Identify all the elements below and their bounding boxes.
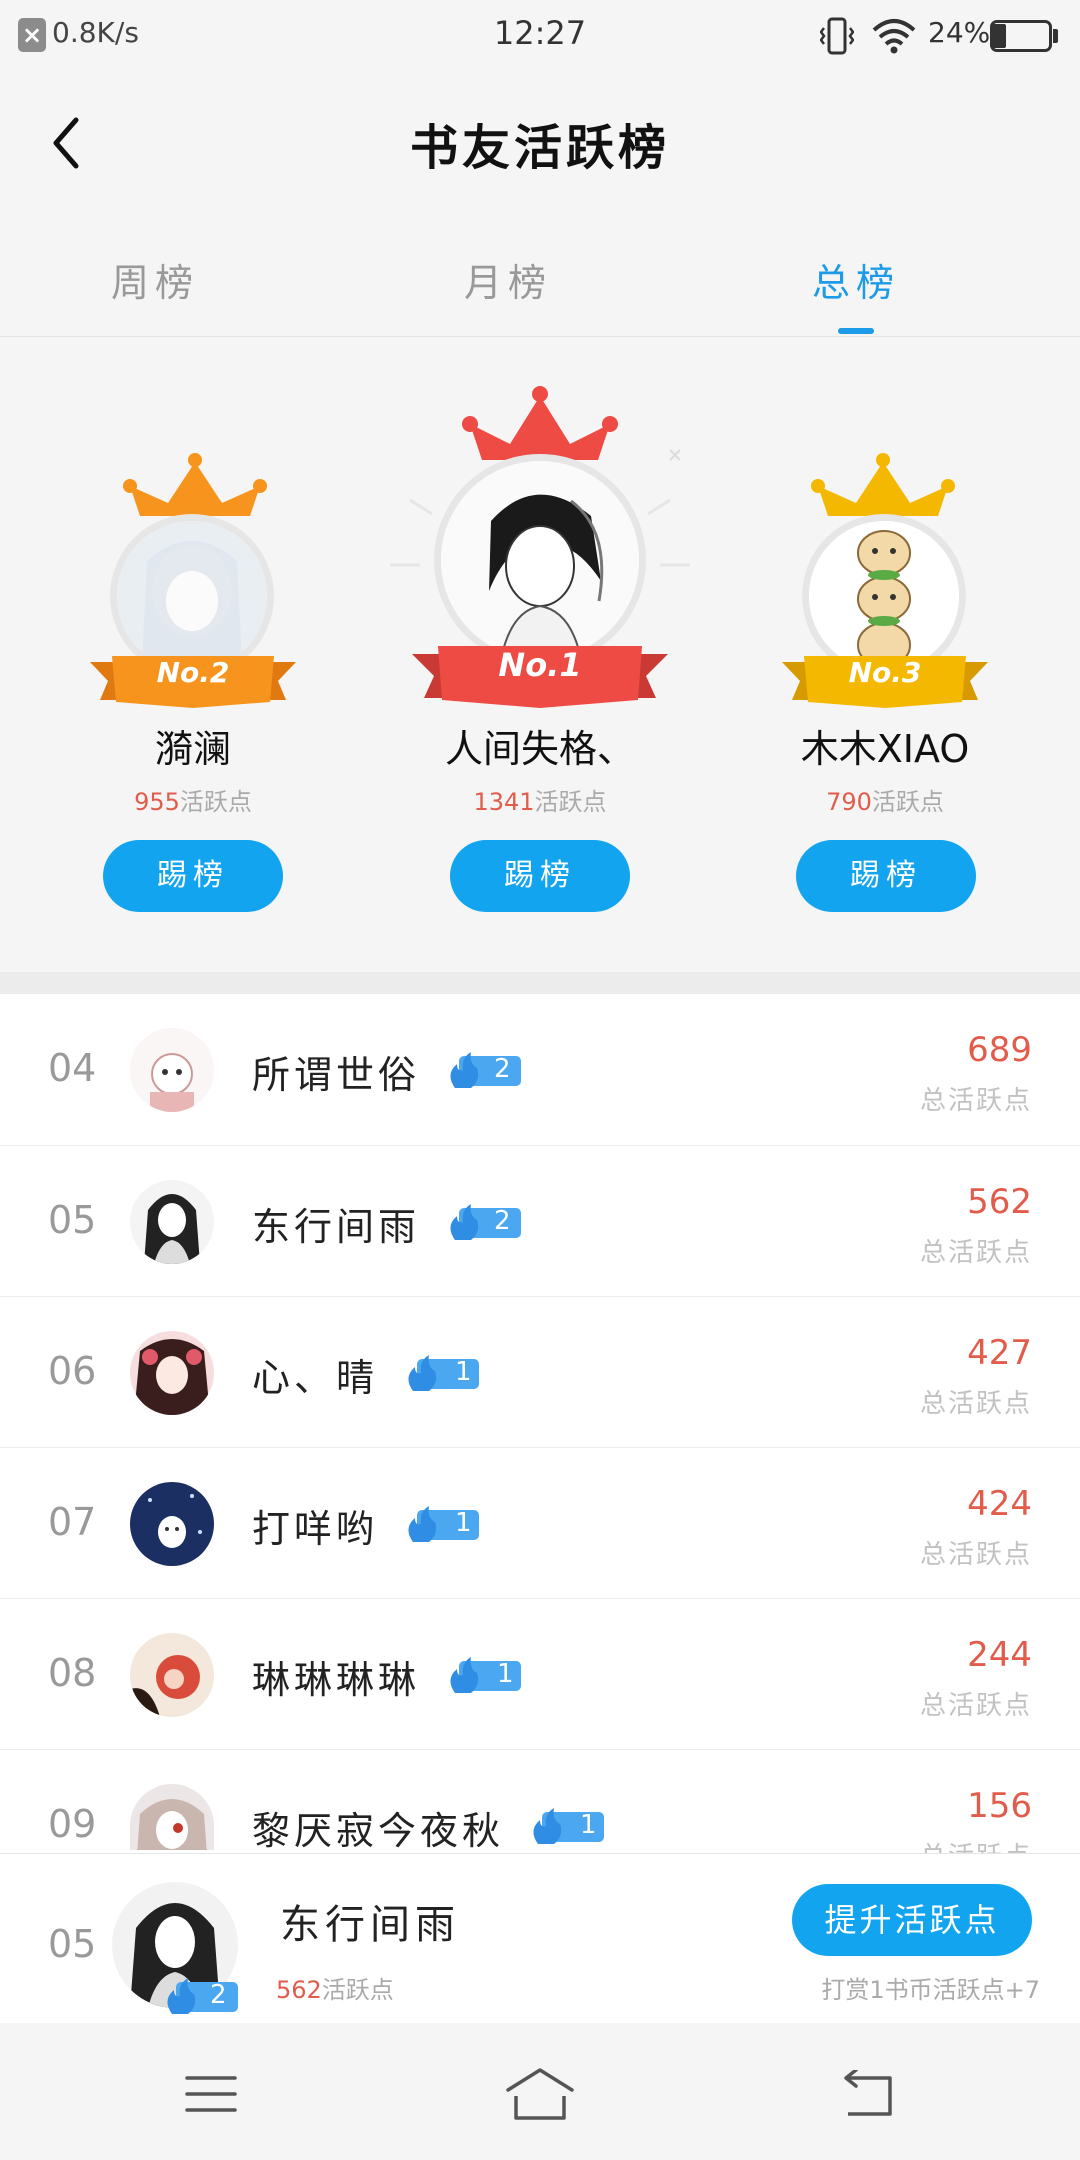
section-divider [0,972,1080,994]
podium-name: 漪澜 [154,727,231,771]
menu-icon[interactable] [184,2072,238,2116]
battery-tip [1053,29,1058,43]
podium-score: 955活跃点 [134,788,252,816]
score-label: 总活跃点 [919,1086,1032,1116]
back-icon[interactable] [840,2070,896,2118]
avatar[interactable] [130,1028,214,1112]
score: 427 [967,1333,1032,1373]
user-name: 心、晴 [252,1356,379,1400]
avatar[interactable] [130,1180,214,1264]
home-icon[interactable] [504,2066,576,2122]
podium-score: 790活跃点 [826,788,944,816]
tab-month[interactable]: 月榜 [408,252,608,307]
avatar[interactable] [130,1331,214,1415]
avatar[interactable] [130,1482,214,1566]
podium-name: 木木XIAO [800,727,970,771]
my-name: 东行间雨 [280,1902,460,1948]
podium-name: 人间失格、 [444,727,635,771]
level-number: 1 [455,1508,472,1538]
score: 424 [967,1484,1032,1524]
level-badge [167,1978,238,2014]
level-number: 2 [494,1054,511,1084]
boost-hint: 打赏1书币活跃点+7 [821,1976,1040,2004]
my-score: 562活跃点 [276,1976,394,2004]
score: 689 [967,1030,1032,1070]
score-label: 总活跃点 [832,1836,1032,1853]
podium-score: 1341活跃点 [473,788,607,816]
divider [0,336,1080,337]
rank-number: 04 [48,1046,97,1090]
page-title: 书友活跃榜 [409,120,670,176]
crown-icon [123,453,267,516]
kick-button[interactable]: 踢榜 [796,840,976,912]
battery-percent: 24% [928,16,991,49]
score: 244 [967,1635,1032,1675]
my-level-number: 2 [210,1980,227,2010]
score-label: 总活跃点 [919,1540,1032,1570]
tab-total[interactable]: 总榜 [756,252,956,307]
user-name: 所谓世俗 [252,1053,421,1097]
user-name: 黎厌寂今夜秋 [252,1809,505,1853]
tab-week[interactable]: 周榜 [55,252,255,307]
vibrate-icon [820,17,854,55]
level-number: 1 [580,1810,597,1840]
score-label: 总活跃点 [919,1389,1032,1419]
tab-active-indicator [838,328,874,334]
score: 156 [967,1786,1032,1826]
user-name: 东行间雨 [252,1205,421,1249]
rank-label: No.1 [498,646,582,684]
level-number: 1 [497,1659,514,1689]
user-name: 琳琳琳琳 [252,1658,421,1702]
rank-number: 06 [48,1349,97,1393]
crown-icon [462,386,618,460]
rank-number: 05 [48,1198,97,1242]
kick-button[interactable]: 踢榜 [103,840,283,912]
rank-number: 08 [48,1651,97,1695]
score: 562 [967,1182,1032,1222]
rank-number: 07 [48,1500,97,1544]
crown-icon [811,453,955,516]
avatar[interactable] [434,454,646,666]
rank-number: 09 [48,1802,97,1846]
score-label: 总活跃点 [919,1691,1032,1721]
user-name: 打咩哟 [252,1507,379,1551]
boost-activity-button[interactable]: 提升活跃点 [792,1884,1032,1956]
avatar[interactable] [130,1633,214,1717]
wifi-icon [872,19,916,54]
my-rank-number: 05 [48,1922,97,1966]
battery-level [993,24,1006,48]
kick-button[interactable]: 踢榜 [450,840,630,912]
level-number: 1 [455,1357,472,1387]
rank-label: No.3 [848,656,922,689]
clock: 12:27 [493,14,587,52]
score-label: 总活跃点 [919,1238,1032,1268]
rank-label: No.2 [156,656,230,689]
level-number: 2 [494,1206,511,1236]
